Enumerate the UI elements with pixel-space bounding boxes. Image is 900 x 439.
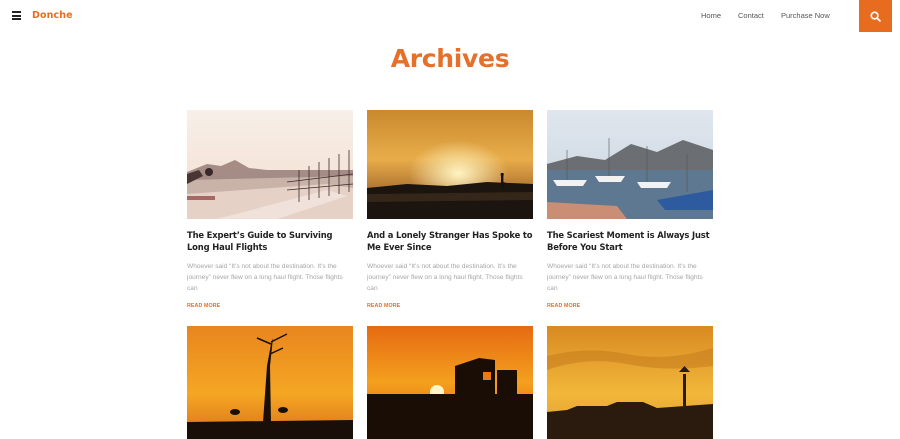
read-more-link[interactable]: READ MORE [547, 303, 580, 309]
post-card: And a Lonely Stranger Has Spoke to Me Ev… [367, 110, 533, 312]
post-title[interactable]: The Scariest Moment is Always Just Befor… [547, 229, 713, 253]
post-card: The Expert’s Guide to Surviving Long Hau… [187, 110, 353, 312]
post-thumbnail[interactable] [367, 110, 533, 219]
post-thumbnail[interactable] [547, 326, 713, 439]
nav-contact[interactable]: Contact [738, 11, 764, 20]
post-thumbnail[interactable] [187, 326, 353, 439]
post-title[interactable]: And a Lonely Stranger Has Spoke to Me Ev… [367, 229, 533, 253]
site-header: Donche Home Contact Purchase Now [0, 0, 900, 32]
post-card: The Scariest Moment is Always Just Befor… [547, 110, 713, 312]
nav-home[interactable]: Home [701, 11, 721, 20]
post-title[interactable]: The Expert’s Guide to Surviving Long Hau… [187, 229, 353, 253]
post-thumbnail[interactable] [547, 110, 713, 219]
read-more-link[interactable]: READ MORE [187, 303, 220, 309]
post-excerpt: Whoever said “It’s not about the destina… [367, 263, 523, 292]
main-nav: Home Contact Purchase Now [0, 11, 900, 23]
read-more-link[interactable]: READ MORE [367, 303, 400, 309]
post-card [367, 326, 533, 439]
post-thumbnail[interactable] [187, 110, 353, 219]
post-card [547, 326, 713, 439]
post-excerpt: Whoever said “It’s not about the destina… [187, 263, 343, 292]
page-title: Archives [390, 44, 510, 73]
search-button[interactable] [859, 0, 892, 32]
search-icon [870, 10, 881, 22]
nav-purchase-now[interactable]: Purchase Now [781, 11, 830, 20]
post-card [187, 326, 353, 439]
post-excerpt: Whoever said “It’s not about the destina… [547, 263, 703, 292]
post-thumbnail[interactable] [367, 326, 533, 439]
